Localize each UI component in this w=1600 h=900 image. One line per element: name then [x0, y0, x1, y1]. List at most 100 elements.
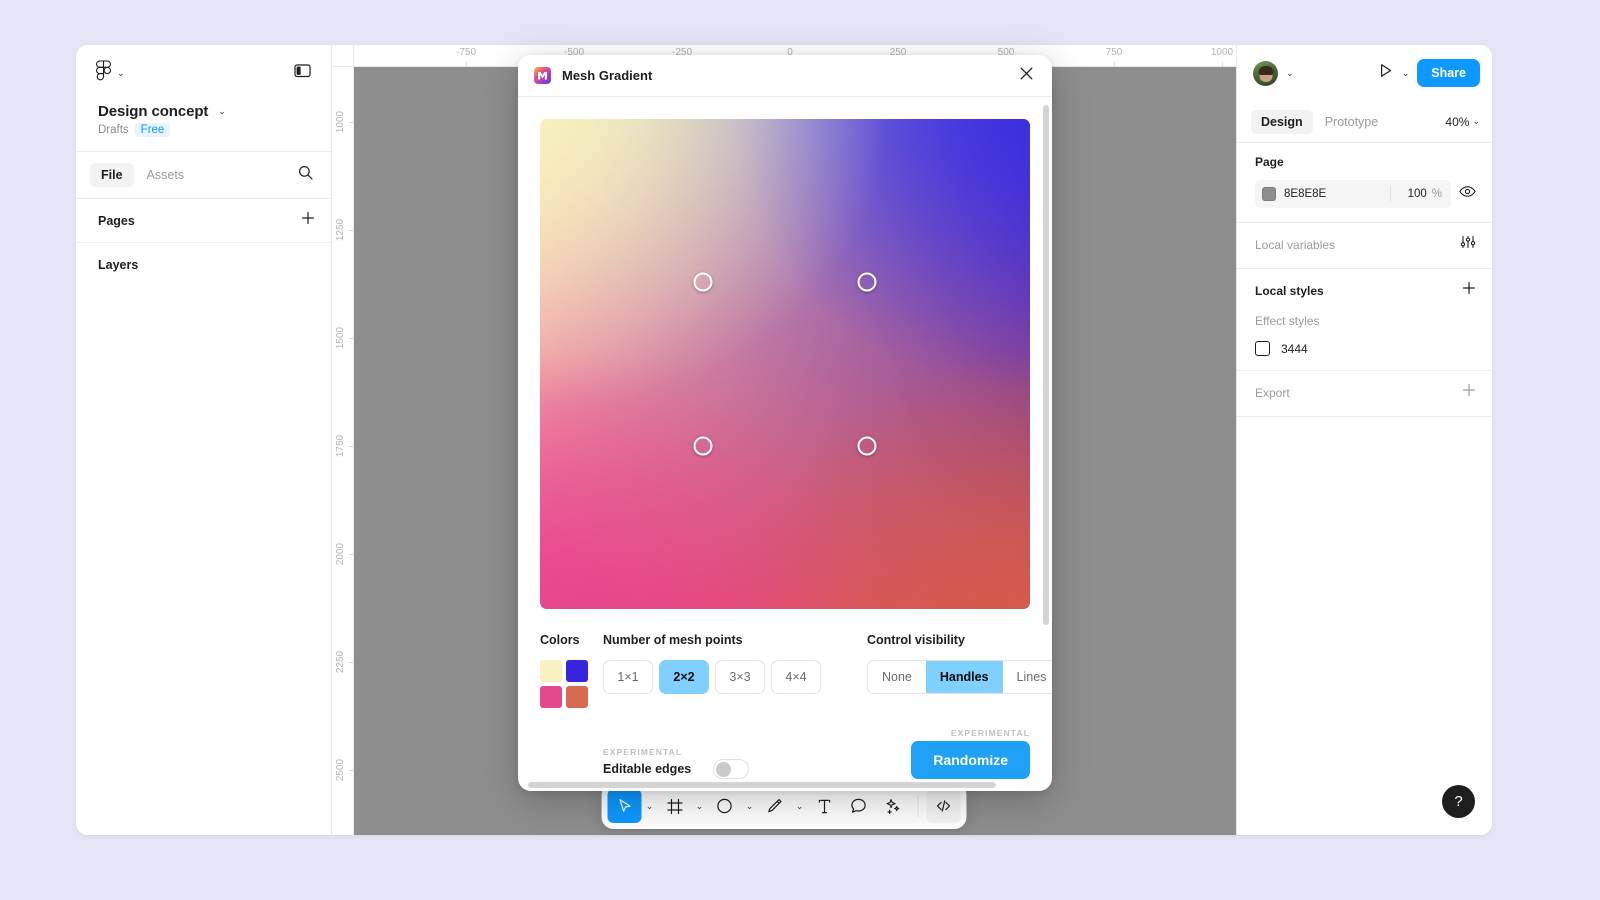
sidebar-section-pages[interactable]: Pages [76, 199, 331, 243]
randomize-experimental-tag: EXPERIMENTAL [911, 728, 1030, 738]
file-menu-caret[interactable]: ⌄ [218, 107, 226, 116]
eye-icon[interactable] [1459, 185, 1476, 203]
mesh-points-2x2[interactable]: 2×2 [659, 660, 709, 694]
style-name: 3444 [1281, 342, 1308, 356]
mesh-handle-0-0[interactable] [694, 273, 713, 292]
move-tool[interactable] [608, 789, 642, 823]
dev-mode-toggle[interactable] [927, 789, 961, 823]
figma-logo-icon [96, 60, 111, 87]
layers-label: Layers [98, 258, 138, 272]
mesh-handle-1-0[interactable] [857, 273, 876, 292]
ruler-v-tick: 1000 [335, 111, 346, 133]
mesh-points-3x3[interactable]: 3×3 [715, 660, 765, 694]
close-icon[interactable] [1015, 62, 1038, 90]
mesh-handle-0-1[interactable] [694, 436, 713, 455]
actions-tool[interactable] [876, 789, 910, 823]
ruler-v-tick: 2000 [335, 543, 346, 565]
export-title: Export [1255, 386, 1290, 400]
variables-icon[interactable] [1460, 235, 1476, 254]
text-tool[interactable] [808, 789, 842, 823]
drafts-label[interactable]: Drafts [98, 124, 129, 136]
pen-tool[interactable] [758, 789, 792, 823]
mesh-gradient-preview[interactable] [540, 119, 1030, 609]
right-sidebar: ⌄ ⌄ Share Design Prototype 40% ⌄ Page [1236, 45, 1492, 835]
ruler-h-tick: 1000 [1211, 47, 1233, 58]
colors-title: Colors [540, 633, 603, 647]
shape-tool[interactable] [708, 789, 742, 823]
pages-label: Pages [98, 214, 135, 228]
frame-tool-caret[interactable]: ⌄ [692, 801, 708, 812]
move-tool-caret[interactable]: ⌄ [642, 801, 658, 812]
editable-edges-label: Editable edges [603, 762, 691, 776]
visibility-handles[interactable]: Handles [926, 661, 1003, 693]
share-button[interactable]: Share [1417, 59, 1480, 87]
export-section: Export [1237, 371, 1492, 417]
randomize-group: EXPERIMENTAL Randomize [911, 728, 1030, 779]
editable-edges-group: EXPERIMENTAL Editable edges [603, 747, 749, 779]
modal-horizontal-scroll-thumb[interactable] [528, 782, 996, 788]
local-variables-title: Local variables [1255, 238, 1335, 252]
present-caret[interactable]: ⌄ [1402, 69, 1410, 78]
panel-toggle-icon[interactable] [294, 63, 311, 83]
figma-menu-button[interactable]: ⌄ [96, 60, 125, 87]
mesh-points-4x4[interactable]: 4×4 [771, 660, 821, 694]
comment-tool[interactable] [842, 789, 876, 823]
page-color-swatch[interactable] [1262, 187, 1276, 201]
control-visibility-title: Control visibility [867, 633, 1052, 647]
color-swatch-1[interactable] [540, 660, 562, 682]
page-section: Page 8E8E8E 100 % [1237, 143, 1492, 223]
plan-badge: Free [135, 123, 171, 137]
mesh-points-1x1[interactable]: 1×1 [603, 660, 653, 694]
zoom-caret: ⌄ [1472, 117, 1480, 126]
ruler-v-tick: 1250 [335, 219, 346, 241]
plus-icon[interactable] [1462, 281, 1476, 300]
mesh-handle-1-1[interactable] [857, 436, 876, 455]
page-color-field[interactable]: 8E8E8E 100 % [1255, 180, 1451, 208]
color-swatch-2[interactable] [566, 660, 588, 682]
page-section-title: Page [1255, 155, 1476, 169]
color-swatch-3[interactable] [540, 686, 562, 708]
modal-horizontal-scrollbar[interactable] [528, 782, 1038, 788]
plus-icon[interactable] [301, 211, 315, 230]
modal-title: Mesh Gradient [562, 68, 652, 83]
zoom-control[interactable]: 40% ⌄ [1445, 115, 1482, 129]
tab-prototype[interactable]: Prototype [1315, 110, 1389, 134]
tab-assets[interactable]: Assets [136, 163, 196, 187]
local-variables-section[interactable]: Local variables [1237, 223, 1492, 269]
page-color-hex: 8E8E8E [1284, 188, 1326, 200]
avatar-caret[interactable]: ⌄ [1286, 69, 1294, 78]
file-name: Design concept [98, 103, 208, 120]
pen-tool-caret[interactable]: ⌄ [792, 801, 808, 812]
visibility-none[interactable]: None [868, 661, 926, 693]
mesh-gradient-plugin-modal: Mesh Gradient Colors [518, 55, 1052, 791]
page-opacity-value[interactable]: 100 [1408, 188, 1427, 200]
shape-tool-caret[interactable]: ⌄ [742, 801, 758, 812]
right-sidebar-top-row: ⌄ ⌄ Share [1237, 45, 1492, 101]
left-sidebar-top-row: ⌄ [76, 45, 331, 101]
tab-design[interactable]: Design [1251, 110, 1313, 134]
file-info-block: Design concept ⌄ Drafts Free [76, 101, 331, 151]
modal-header: Mesh Gradient [518, 55, 1052, 97]
color-swatch-4[interactable] [566, 686, 588, 708]
modal-vertical-scrollbar[interactable] [1043, 105, 1049, 771]
mesh-points-group: Number of mesh points 1×1 2×2 3×3 4×4 [603, 633, 821, 694]
play-icon[interactable] [1377, 62, 1394, 84]
modal-vertical-scroll-thumb[interactable] [1043, 105, 1049, 625]
search-icon[interactable] [296, 163, 315, 187]
frame-tool[interactable] [658, 789, 692, 823]
avatar[interactable] [1253, 61, 1278, 86]
page-opacity-unit: % [1432, 188, 1442, 200]
help-button[interactable]: ? [1442, 785, 1475, 818]
randomize-button[interactable]: Randomize [911, 741, 1030, 779]
sidebar-section-layers[interactable]: Layers [76, 243, 331, 287]
tab-file[interactable]: File [90, 163, 134, 187]
style-item[interactable]: 3444 [1255, 341, 1476, 356]
editable-edges-toggle[interactable] [713, 759, 749, 779]
ruler-v-tick: 2500 [335, 759, 346, 781]
plus-icon[interactable] [1462, 383, 1476, 402]
colors-group: Colors [540, 633, 603, 708]
modal-body: Colors Number of mesh points 1×1 2×2 3×3 [518, 97, 1052, 791]
ruler-v-tick: 1500 [335, 327, 346, 349]
right-sidebar-tabs: Design Prototype 40% ⌄ [1237, 101, 1492, 143]
vertical-ruler: 1000 1250 1500 1750 2000 2250 2500 [332, 67, 354, 835]
